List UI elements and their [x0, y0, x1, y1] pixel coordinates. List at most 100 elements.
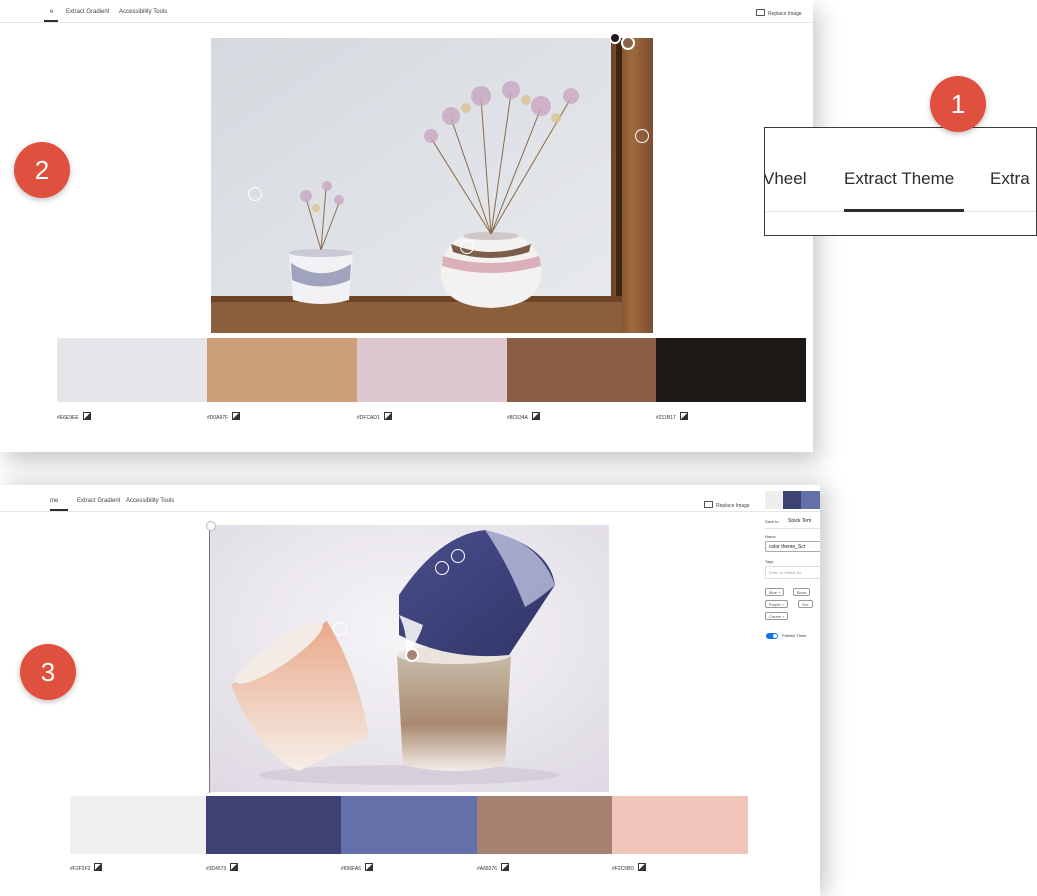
tab-extract-theme[interactable]: me	[50, 498, 58, 504]
color-picker-2[interactable]	[621, 36, 635, 50]
color-picker-1[interactable]	[609, 32, 621, 44]
swatch-1[interactable]	[70, 796, 206, 854]
hex-value-4: #A68376	[477, 863, 510, 872]
swatch-1[interactable]	[57, 338, 207, 402]
swatch-5[interactable]	[612, 796, 748, 854]
zoom-tab-extract-theme[interactable]: Extract Theme	[844, 169, 954, 189]
tab-extract-gradient[interactable]: Extract Gradient	[66, 9, 109, 15]
tab-accessibility-tools[interactable]: Accessibility Tools	[119, 9, 167, 15]
side-swatch-1	[765, 491, 783, 509]
name-input[interactable]: color theme_Scr	[765, 541, 820, 552]
hex-value-1: #E6E9EE	[57, 412, 91, 421]
copy-icon[interactable]	[94, 863, 103, 871]
hex-text: #8C634A	[507, 415, 528, 421]
crop-edge-line	[209, 523, 210, 793]
replace-image-button[interactable]: Replace Image	[704, 501, 750, 509]
replace-image-label: Replace Image	[768, 11, 802, 17]
publish-label: Publish Them	[782, 633, 807, 638]
swatch-2[interactable]	[206, 796, 341, 854]
callout-badge-2: 2	[14, 142, 70, 198]
hex-text: #F2F2F2	[70, 866, 91, 872]
swatch-3[interactable]	[341, 796, 477, 854]
publish-toggle[interactable]	[766, 633, 778, 639]
tag-chip-brown[interactable]: Brow	[793, 588, 811, 596]
color-picker-5[interactable]	[405, 648, 419, 662]
hex-value-5: #F2C5BD	[612, 863, 646, 872]
name-label: Name	[765, 534, 776, 539]
tags-input[interactable]: Enter or Select fro	[765, 566, 820, 579]
hex-value-5: #211B17	[656, 412, 688, 421]
swatch-4[interactable]	[507, 338, 656, 402]
hex-value-3: #656FA6	[341, 863, 374, 872]
copy-icon[interactable]	[365, 863, 374, 871]
chip-label: Gre	[802, 602, 809, 607]
chip-label: Brow	[797, 590, 807, 595]
side-swatch-2	[783, 491, 801, 509]
color-picker-4[interactable]	[248, 187, 262, 201]
swatch-5[interactable]	[656, 338, 806, 402]
extract-theme-panel-top: e Extract Gradient Accessibility Tools R…	[0, 0, 813, 452]
copy-icon[interactable]	[82, 412, 91, 420]
hex-value-2: #D0A97F	[207, 412, 241, 421]
tab-bar: e Extract Gradient Accessibility Tools R…	[0, 0, 813, 23]
replace-image-button[interactable]: Replace Image	[756, 9, 802, 17]
hex-text: #F2C5BD	[612, 866, 634, 872]
save-to-label: Save to	[765, 519, 779, 524]
copy-icon[interactable]	[531, 412, 540, 420]
vases-photo	[211, 38, 653, 333]
side-swatch-3	[801, 491, 820, 509]
zoom-active-tab-underline	[844, 209, 964, 212]
tag-chip-purple[interactable]: Purple +	[765, 600, 789, 608]
swatch-2[interactable]	[207, 338, 357, 402]
save-theme-side-panel: Save to Stock Tem Name color theme_Scr T…	[760, 488, 820, 668]
swatch-4[interactable]	[477, 796, 612, 854]
color-picker-3[interactable]	[635, 129, 649, 143]
callout-badge-3: 3	[20, 644, 76, 700]
copy-icon[interactable]	[232, 412, 241, 420]
zoom-tab-color-wheel[interactable]: Vheel	[765, 169, 806, 189]
tag-chip-cream[interactable]: Cream +	[765, 612, 789, 620]
tag-chip-blue[interactable]: Blue +	[765, 588, 785, 596]
save-target-dropdown[interactable]: Stock Tem	[788, 518, 811, 524]
tab-extract-theme[interactable]: e	[50, 9, 53, 15]
extract-theme-panel-bottom: me Extract Gradient Accessibility Tools …	[0, 485, 820, 896]
color-picker-5[interactable]	[460, 240, 474, 254]
copy-icon[interactable]	[230, 863, 239, 871]
hex-value-3: #DFCAD1	[357, 412, 392, 421]
hex-text: #656FA6	[341, 866, 362, 872]
tag-chip-green[interactable]: Gre	[798, 600, 813, 608]
hex-value-1: #F2F2F2	[70, 863, 103, 872]
image-icon	[704, 501, 713, 508]
hex-text: #D0A97F	[207, 415, 229, 421]
hex-text: #211B17	[656, 415, 676, 421]
hex-value-2: #3D4573	[206, 863, 239, 872]
copy-icon[interactable]	[501, 863, 510, 871]
color-picker-1[interactable]	[206, 521, 216, 531]
tab-accessibility-tools[interactable]: Accessibility Tools	[126, 498, 174, 504]
color-picker-2[interactable]	[435, 561, 449, 575]
hex-value-4: #8C634A	[507, 412, 540, 421]
callout-badge-1: 1	[930, 76, 986, 132]
swatch-3[interactable]	[357, 338, 507, 402]
copy-icon[interactable]	[383, 412, 392, 420]
uploaded-photo	[211, 38, 653, 333]
color-picker-4[interactable]	[333, 622, 347, 636]
hex-text: #A68376	[477, 866, 498, 872]
copy-icon[interactable]	[637, 863, 646, 871]
tab-bar: me Extract Gradient Accessibility Tools …	[0, 485, 820, 512]
copy-icon[interactable]	[679, 412, 688, 420]
zoom-tab-extract-gradient[interactable]: Extra	[990, 169, 1030, 189]
color-picker-3[interactable]	[451, 549, 465, 563]
tags-placeholder: Enter or Select fro	[769, 570, 802, 575]
zoomed-tab-callout: Vheel Extract Theme Extra	[764, 127, 1037, 236]
tab-extract-gradient[interactable]: Extract Gradient	[77, 498, 120, 504]
active-tab-underline	[44, 20, 58, 22]
name-input-value: color theme_Scr	[769, 544, 806, 550]
hex-text: #3D4573	[206, 866, 227, 872]
divider	[765, 528, 820, 529]
chip-label: Blue	[769, 590, 778, 595]
replace-image-label: Replace Image	[716, 503, 750, 509]
tags-label: Tags	[765, 559, 774, 564]
chip-label: Purple	[769, 602, 781, 607]
toggle-knob	[773, 634, 777, 638]
